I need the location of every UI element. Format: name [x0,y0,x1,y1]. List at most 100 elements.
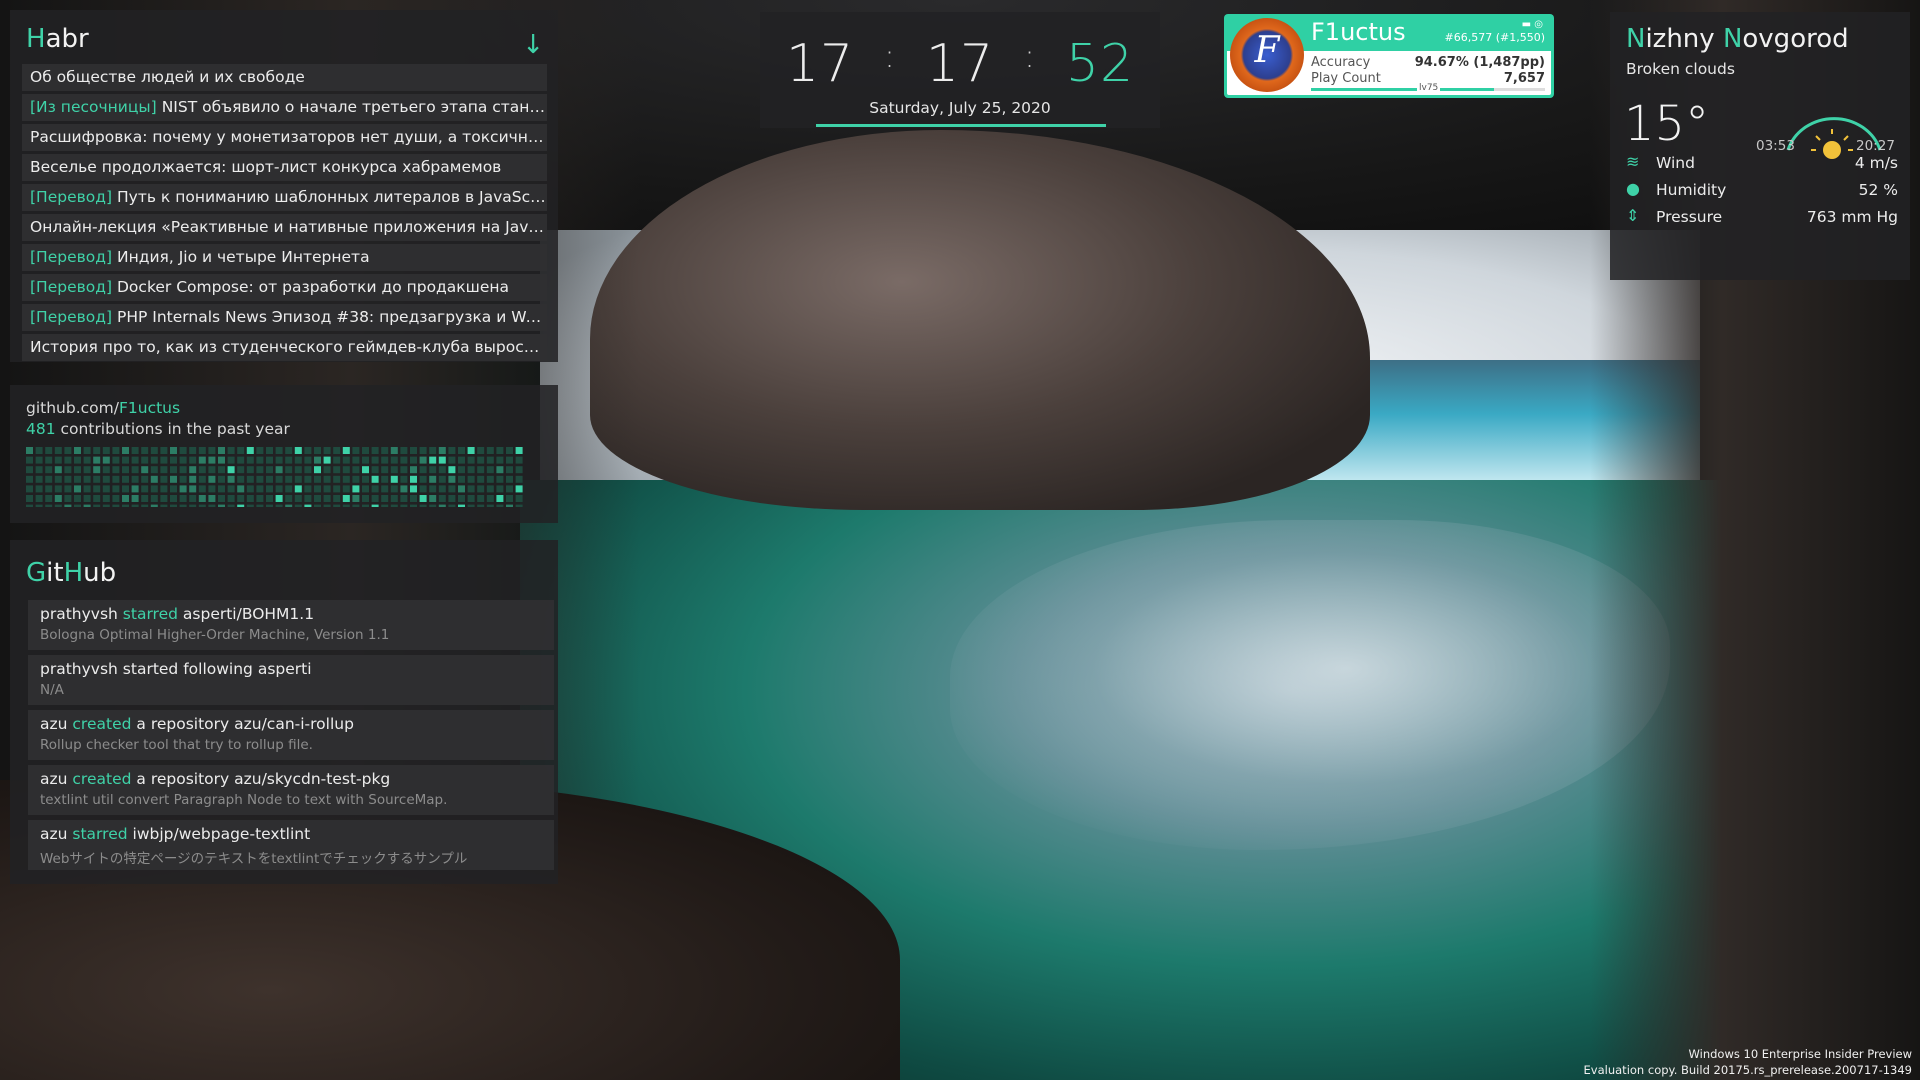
windows-watermark: Windows 10 Enterprise Insider Preview Ev… [1584,1046,1912,1078]
contribution-cell [256,447,264,454]
contribution-cell [294,485,302,493]
contribution-cell [160,495,168,502]
contribution-cell [294,447,302,454]
feed-description: Bologna Optimal Higher-Order Machine, Ve… [40,627,390,643]
contribution-cell [323,495,331,502]
habr-article-item[interactable]: Веселье продолжается: шорт-лист конкурса… [22,154,547,181]
github-feed-item[interactable]: prathyvsh starred asperti/BOHM1.1 Bologna… [28,600,554,650]
contribution-cell [486,447,494,454]
article-tag: [Перевод] [30,188,112,206]
article-title: PHP Internals News Эпизод #38: предзагру… [117,308,547,326]
habr-article-item[interactable]: [Перевод] Путь к пониманию шаблонных лите… [22,184,547,211]
github-profile-link[interactable]: github.com/F1uctus [26,399,180,417]
article-title: Расшифровка: почему у монетизаторов нет … [30,128,547,146]
contribution-cell [218,495,225,502]
github-feed-item[interactable]: azu created a repository azu/skycdn-test… [28,765,554,815]
contribution-cell [266,504,273,507]
contribution-cell [294,504,302,507]
contribution-cell [275,447,283,454]
contribution-cell [64,475,72,483]
contribution-cell [467,456,475,464]
contribution-cell [45,466,53,474]
contribution-cell [170,447,177,454]
contribution-cell [371,495,379,502]
habr-article-item[interactable]: История про то, как из студенческого гей… [22,334,547,361]
contribution-cell [26,495,33,502]
contribution-cell [352,504,360,507]
contribution-cell [477,447,485,454]
contribution-cell [496,485,504,493]
contribution-cell [131,495,139,502]
article-tag: [Перевод] [30,278,112,296]
contribution-cell [448,495,456,502]
contribution-cell [275,504,283,507]
contribution-cell [496,456,504,464]
contribution-cell [390,485,398,493]
contribution-cell [438,466,446,474]
contribution-cell [323,504,331,507]
habr-article-item[interactable]: [Из песочницы] NIST объявило о начале тре… [22,94,547,121]
github-feed-item[interactable]: prathyvsh started following asperti N/A [28,655,554,705]
contribution-cell [342,495,350,502]
contribution-cell [390,466,398,474]
contribution-cell [141,466,149,474]
contribution-cell [93,504,101,507]
contribution-cell [112,456,120,464]
weather-row-wind: ≋ Wind 4 m/s [1626,152,1898,176]
contribution-cell [93,475,101,483]
weather-condition: Broken clouds [1626,60,1735,78]
watermark-edition: Windows 10 Enterprise Insider Preview [1688,1047,1912,1061]
osu-profile-card[interactable]: F1uctus ▬ ◎ #66,577 (#1,550) Accuracy 94… [1224,14,1554,98]
contribution-cell [74,456,81,464]
habr-article-item[interactable]: [Перевод] Docker Compose: от разработки д… [22,274,547,301]
contribution-cell [477,495,485,502]
wind-icon: ≋ [1626,152,1640,171]
github-feed-item[interactable]: azu created a repository azu/can-i-rollu… [28,710,554,760]
article-title: Индия, Jio и четыре Интернета [117,248,370,266]
contribution-cell [218,447,225,454]
contribution-cell [390,504,398,507]
contribution-cell [26,504,33,507]
habr-article-item[interactable]: Расшифровка: почему у монетизаторов нет … [22,124,547,151]
contribution-cell [515,485,523,493]
contribution-cell [179,485,187,493]
habr-article-item[interactable]: Об обществе людей и их свободе [22,64,547,91]
contribution-cell [266,475,273,483]
contribution-cell [285,466,293,474]
contribution-cell [419,485,427,493]
contribution-cell [246,485,254,493]
contribution-cell [150,466,158,474]
contribution-cell [362,495,369,502]
feed-action: starred [72,825,128,843]
contribution-cell [170,495,177,502]
weather-row-humidity: ● Humidity 52 % [1626,179,1898,203]
habr-article-item[interactable]: Онлайн-лекция «Реактивные и нативные при… [22,214,547,241]
contribution-cell [448,456,456,464]
contribution-cell [342,475,350,483]
github-feed-item[interactable]: azu starred iwbjp/webpage-textlint Webサイト… [28,820,554,870]
clock-date: Saturday, July 25, 2020 [869,99,1051,117]
arrow-down-icon[interactable]: ↓ [522,30,544,60]
contribution-cell [314,495,321,502]
contribution-cell [410,495,417,502]
habr-article-item[interactable]: [Перевод] PHP Internals News Эпизод #38: … [22,304,547,331]
contribution-cell [304,456,312,464]
clock-seconds: 52 [1065,34,1135,94]
habr-article-item[interactable]: [Перевод] Индия, Jio и четыре Интернета [22,244,547,271]
contribution-cell [227,504,235,507]
contribution-cell [390,475,398,483]
article-tag: [Перевод] [30,308,112,326]
github-feed-list: prathyvsh starred asperti/BOHM1.1 Bologna… [28,600,554,875]
feed-action: starred [122,605,178,623]
contribution-cell [198,447,206,454]
contribution-cell [131,485,139,493]
contribution-cell [54,495,62,502]
feed-event: azu created a repository azu/can-i-rollu… [40,710,554,733]
clock-minutes: 17 [925,34,995,94]
contribution-cell [256,504,264,507]
contribution-cell [83,447,91,454]
contribution-cell [467,495,475,502]
contribution-cell [150,504,158,507]
contribution-cell [64,485,72,493]
feed-event: prathyvsh started following asperti [40,655,554,678]
